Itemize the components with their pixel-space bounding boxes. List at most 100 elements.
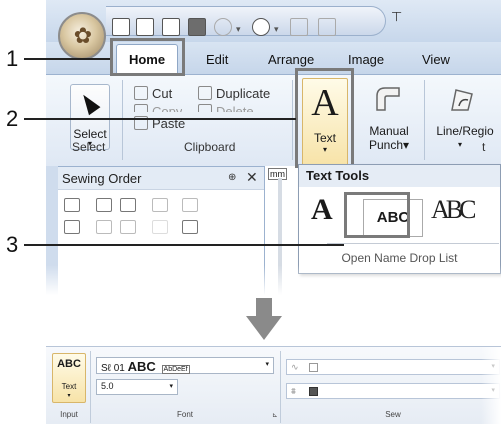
move-last-icon[interactable]	[120, 198, 136, 212]
line-region-dropdown-icon: ▾	[458, 140, 463, 149]
divider	[280, 351, 281, 423]
lock-icon[interactable]	[152, 198, 168, 212]
line-color-swatch	[309, 363, 318, 372]
manual-punch-icon[interactable]	[373, 84, 403, 114]
copy-label: Copy	[152, 104, 183, 112]
pane-toolbar	[58, 189, 264, 239]
text-input-button[interactable]: ABC Text ▾	[52, 353, 86, 403]
ungroup-icon[interactable]	[120, 220, 136, 234]
divider	[292, 80, 293, 160]
sew-region-select[interactable]: ⩩ ▾	[286, 383, 500, 399]
open-name-drop-list[interactable]: Open Name Drop List	[299, 245, 500, 265]
line-region-icon[interactable]	[446, 84, 476, 114]
group-select-label: Select	[72, 140, 106, 154]
font-small-preview: AbDeEf	[161, 365, 190, 374]
copy-button[interactable]: Copy	[134, 104, 182, 112]
tab-image[interactable]: Image	[348, 52, 384, 67]
view-icon[interactable]	[252, 18, 270, 36]
divider	[424, 80, 425, 160]
qat-dropdown-icon: ▾	[236, 24, 241, 34]
customize-qat-icon[interactable]: ⊤	[391, 9, 402, 25]
frame-icon[interactable]	[182, 198, 198, 212]
fade-overlay	[481, 347, 501, 424]
callout-number-2: 2	[6, 106, 19, 131]
callout-line-2	[24, 118, 296, 120]
size-value: 5.0	[101, 381, 114, 391]
divider	[327, 243, 499, 244]
pointer-icon[interactable]	[182, 220, 198, 234]
font-preview: ABC	[127, 359, 156, 374]
font-sl-icon: Sℓ	[101, 363, 111, 374]
font-select[interactable]: Sℓ 01 ABC AbDeEf ▾	[96, 357, 274, 374]
pane-title: Sewing Order	[62, 171, 142, 186]
ribbon	[46, 74, 501, 166]
fit-icon[interactable]	[64, 198, 80, 212]
duplicate-label: Duplicate	[216, 86, 271, 101]
open-icon[interactable]	[136, 18, 154, 36]
font-dropdown-icon: ▾	[265, 361, 269, 368]
group-tail-label: t	[482, 140, 486, 154]
pin-icon[interactable]: ⊕	[228, 172, 236, 183]
text-tool-a[interactable]: A	[311, 193, 333, 227]
group-icon[interactable]	[96, 220, 112, 234]
sew-line-select[interactable]: ∿ ▾	[286, 359, 500, 375]
callout-number-1: 1	[6, 46, 19, 71]
callout-line-1	[24, 58, 110, 60]
line-sew-icon: ∿	[291, 362, 299, 372]
region-sew-icon: ⩩	[291, 386, 296, 396]
monogram-tool[interactable]: ABC	[431, 195, 477, 225]
screenshot-bottom: ABC Text ▾ Input Sℓ 01 ABC AbDeEf ▾ 5.0 …	[46, 346, 501, 424]
text-tools-title: Text Tools	[299, 165, 500, 187]
font-number: 01	[113, 363, 125, 374]
group-input-label: Input	[60, 410, 78, 419]
tab-edit[interactable]: Edit	[206, 52, 228, 67]
font-dialog-launcher-icon[interactable]: ⊾	[272, 411, 278, 419]
punch-label: Punch	[368, 138, 403, 152]
save-icon[interactable]	[162, 18, 180, 36]
callout-line-3	[24, 244, 344, 246]
select-arrow-icon	[77, 90, 101, 116]
app-orb-icon[interactable]: ✿	[58, 12, 106, 60]
screenshot-top: ▾ ▾ ⊤ ✿ Home Edit Arrange Image View Sel…	[46, 0, 501, 295]
callout-number-3: 3	[6, 232, 19, 257]
group-font-label: Font	[176, 410, 193, 419]
new-icon[interactable]	[112, 18, 130, 36]
qat-dropdown-icon-2: ▾	[274, 24, 279, 34]
redo-icon[interactable]	[318, 18, 336, 36]
abc-icon: ABC	[57, 358, 81, 370]
punch-dropdown-icon: ▾	[403, 138, 410, 152]
divider	[90, 351, 91, 423]
delete-button[interactable]: Delete	[198, 104, 254, 112]
down-arrow-icon	[246, 298, 282, 340]
callout-frame-home	[110, 38, 185, 76]
quick-access-strip: ▾ ▾	[106, 6, 386, 36]
manual-punch-button[interactable]: Manual Punch▾	[364, 124, 414, 152]
tab-view[interactable]: View	[422, 52, 450, 67]
delete-label: Delete	[216, 104, 254, 112]
quick-access-toolbar: ▾ ▾ ⊤	[46, 0, 501, 42]
cut-label: Cut	[152, 86, 173, 101]
sew-icon[interactable]	[214, 18, 232, 36]
copy-icon	[134, 104, 148, 112]
duplicate-icon	[198, 86, 212, 100]
sequence-icon[interactable]	[64, 220, 80, 234]
divider	[122, 80, 123, 160]
move-first-icon[interactable]	[96, 198, 112, 212]
callout-frame-abc	[344, 192, 410, 238]
group-sew-label: Sew	[385, 410, 401, 419]
manual-label: Manual	[369, 124, 409, 138]
record-icon[interactable]	[188, 18, 206, 36]
size-dropdown-icon: ▾	[169, 383, 173, 390]
tab-arrange[interactable]: Arrange	[268, 52, 314, 67]
undo-icon[interactable]	[290, 18, 308, 36]
region-color-swatch	[309, 387, 318, 396]
scissors-icon	[134, 86, 148, 100]
duplicate-button[interactable]: Duplicate	[198, 86, 270, 101]
cut-thread-icon[interactable]	[152, 220, 168, 234]
close-icon[interactable]: ✕	[246, 169, 258, 186]
callout-frame-text	[295, 68, 354, 168]
size-select[interactable]: 5.0 ▾	[96, 379, 178, 395]
fade-overlay	[46, 265, 501, 295]
cut-button[interactable]: Cut	[134, 86, 172, 101]
line-region-label[interactable]: Line/Regio	[429, 124, 501, 138]
